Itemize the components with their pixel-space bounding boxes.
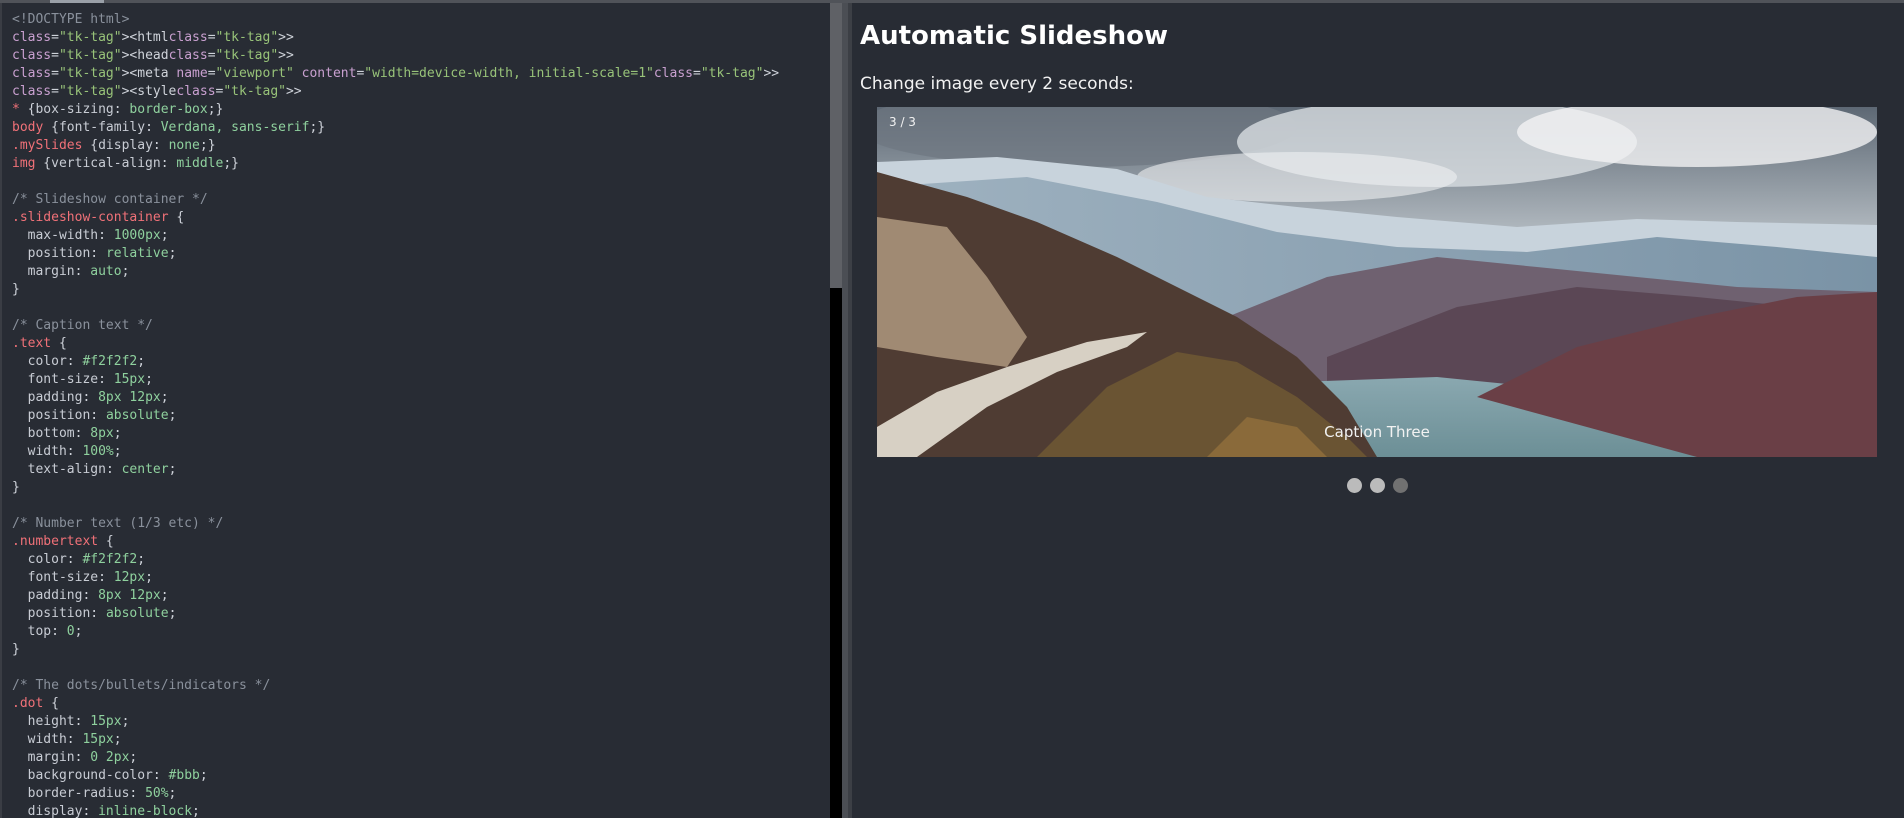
- mountain-lake-landscape-image: [877, 107, 1877, 457]
- slide-dot-1[interactable]: [1346, 478, 1362, 493]
- slide-number-text: 3 / 3: [889, 115, 916, 129]
- slideshow-container: 3 / 3 Caption Three: [877, 107, 1877, 457]
- scrollbar-thumb[interactable]: [830, 288, 842, 818]
- slide-dot-2[interactable]: [1369, 478, 1385, 493]
- slide-dots: [877, 478, 1877, 493]
- result-preview: Automatic Slideshow Change image every 2…: [852, 3, 1904, 818]
- code-content[interactable]: <!DOCTYPE html> class="tk-tag"><htmlclas…: [2, 3, 830, 818]
- editor-scrollbar[interactable]: [830, 3, 842, 818]
- slide-dot-3[interactable]: [1392, 478, 1408, 493]
- code-editor[interactable]: <!DOCTYPE html> class="tk-tag"><htmlclas…: [2, 3, 830, 818]
- slide-caption: Caption Three: [1324, 423, 1430, 441]
- intro-text: Change image every 2 seconds:: [860, 74, 1134, 94]
- page-title: Automatic Slideshow: [860, 21, 1169, 51]
